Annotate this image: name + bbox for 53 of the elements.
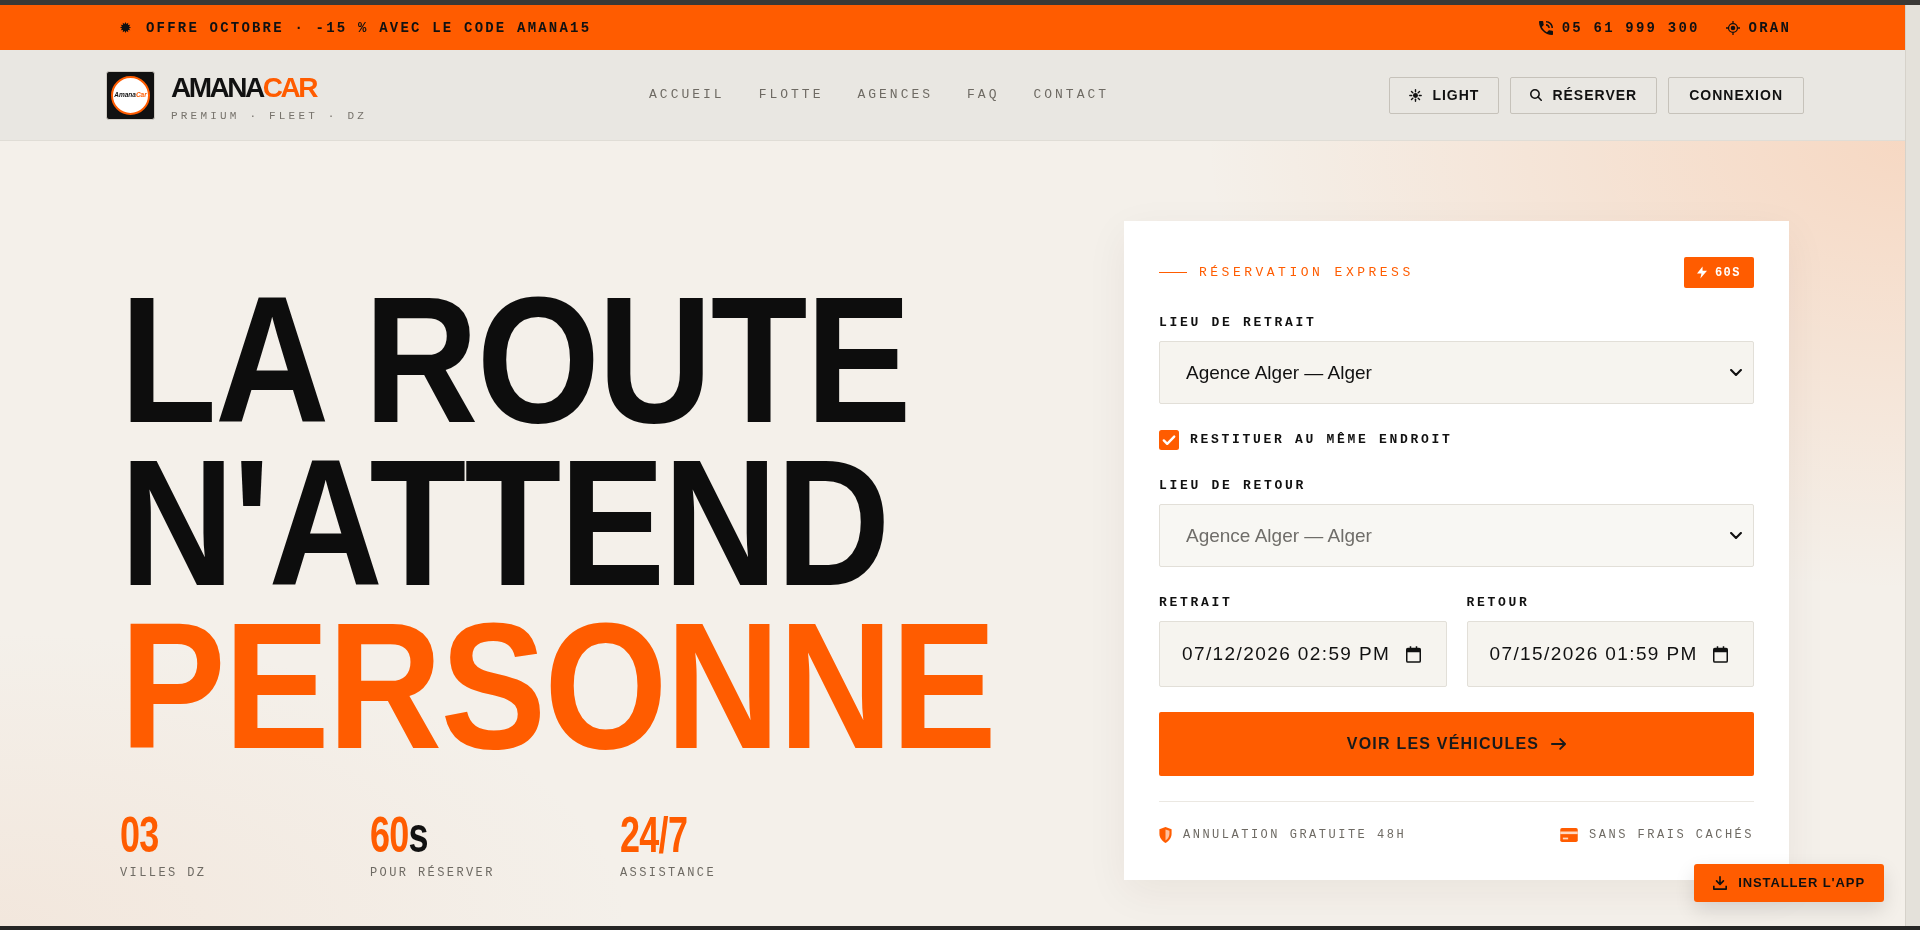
checkbox[interactable]	[1159, 430, 1179, 450]
checkbox-label[interactable]: RESTITUER AU MÊME ENDROIT	[1190, 432, 1453, 448]
nav-link[interactable]: FLOTTE	[758, 87, 824, 103]
chevron-down-icon	[1730, 532, 1742, 539]
city-name: ORAN	[1748, 19, 1791, 36]
arrow-right-icon	[1551, 738, 1567, 750]
field-label: LIEU DE RETOUR	[1159, 478, 1307, 494]
stat-value: 03	[120, 812, 160, 858]
section-title: RÉSERVATION EXPRESS	[1199, 264, 1414, 281]
headline-line: PERSONNE	[120, 604, 996, 767]
phone-number-link[interactable]: 05 61 999 300	[1561, 19, 1700, 36]
search-icon	[1530, 89, 1543, 101]
brand-tagline: PREMIUM · FLEET · DZ	[171, 109, 368, 123]
dropdown-field[interactable]: Agence Alger — Alger	[1159, 341, 1754, 404]
bolt-icon	[1696, 266, 1707, 279]
promo-text: OFFRE OCTOBRE · -15 % AVEC LE CODE AMANA15	[146, 19, 592, 36]
nav-link[interactable]: AGENCES	[857, 87, 934, 103]
theme-button[interactable]: LIGHT	[1389, 76, 1500, 114]
sun-icon	[1409, 88, 1423, 102]
headline-line: N'ATTEND	[120, 441, 889, 604]
chevron-down-icon	[1730, 369, 1742, 376]
headline-line: LA ROUTE	[120, 278, 911, 441]
stat-label: ASSISTANCE	[620, 865, 716, 881]
stat-value: 60s	[370, 812, 429, 858]
dropdown-field: Agence Alger — Alger	[1159, 504, 1754, 567]
field-label: LIEU DE RETRAIT	[1159, 315, 1317, 331]
badge-label: 60S	[1714, 265, 1741, 280]
phone-icon	[1538, 20, 1553, 35]
install-app-button[interactable]: INSTALLER L'APP	[1694, 864, 1884, 902]
burst-icon	[120, 22, 131, 33]
stat-label: VILLES DZ	[120, 865, 207, 881]
stat-value: 24/7	[620, 812, 689, 858]
reserve-button[interactable]: RÉSERVER	[1510, 76, 1658, 114]
nav-link[interactable]: ACCUEIL	[649, 87, 725, 103]
download-icon	[1713, 876, 1728, 890]
scrollbar-track[interactable]	[1905, 5, 1920, 926]
calendar-icon	[1713, 645, 1728, 663]
nav-link[interactable]: FAQ	[967, 87, 1000, 103]
field-label: RETRAIT	[1159, 595, 1233, 611]
note-text: SANS FRAIS CACHÉS	[1589, 827, 1754, 843]
field-label: RETOUR	[1466, 595, 1530, 611]
date-time-field[interactable]: 07/12/2026 02:59 PM	[1159, 621, 1447, 687]
target-icon	[1725, 20, 1740, 35]
credit-card-icon	[1560, 828, 1579, 842]
calendar-icon	[1405, 645, 1421, 663]
date-time-field[interactable]: 07/15/2026 01:59 PM	[1466, 621, 1754, 687]
stat-label: POUR RÉSERVER	[370, 865, 495, 881]
brand-name: AMANACAR	[171, 73, 318, 103]
login-button[interactable]: CONNEXION	[1668, 76, 1804, 114]
nav-link[interactable]: CONTACT	[1033, 87, 1110, 103]
note-text: ANNULATION GRATUITE 48H	[1183, 827, 1407, 843]
submit-button[interactable]: VOIR LES VÉHICULES	[1159, 712, 1754, 776]
shield-icon	[1159, 827, 1172, 843]
